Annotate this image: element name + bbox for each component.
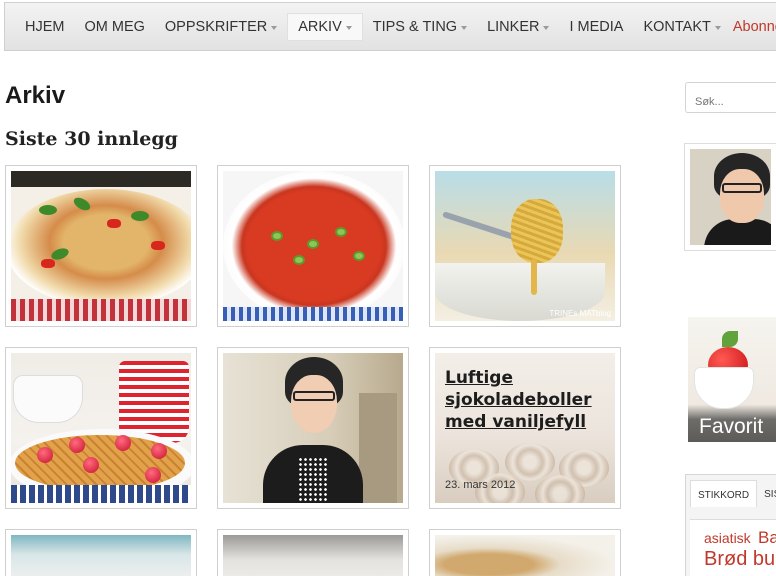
- post-image: [435, 535, 615, 576]
- tomato-soup-image: [223, 171, 403, 321]
- nav-item-oppskrifter[interactable]: OPPSKRIFTER: [155, 14, 287, 40]
- post-thumbnail-pasta-salad[interactable]: [5, 165, 197, 327]
- nav-label: TIPS & TING: [372, 18, 458, 35]
- post-thumbnail-row3-1[interactable]: [5, 529, 197, 576]
- nav-item-tips-ting[interactable]: TIPS & TING: [363, 14, 477, 40]
- profile-widget[interactable]: [684, 143, 776, 251]
- post-thumbnail-row3-3[interactable]: [429, 529, 621, 576]
- tab-sist[interactable]: SIST: [757, 480, 776, 507]
- post-thumbnail-portrait[interactable]: [217, 347, 409, 509]
- nav-item-om-meg[interactable]: OM MEG: [74, 14, 154, 40]
- tag-link[interactable]: Ba: [758, 528, 776, 548]
- post-date: 23. mars 2012: [445, 479, 516, 491]
- favorites-caption: Favorit: [699, 415, 764, 438]
- tag-widget: STIKKORD SIST asiatisk Ba Brød bu: [685, 474, 776, 576]
- chevron-down-icon: [271, 25, 278, 30]
- avatar: [690, 149, 771, 245]
- nav-label: OM MEG: [84, 18, 145, 35]
- nav-label: OPPSKRIFTER: [164, 18, 268, 35]
- woman-portrait-image: [223, 353, 403, 503]
- post-thumbnail-tomato-soup[interactable]: [217, 165, 409, 327]
- tag-link[interactable]: asiatisk: [704, 530, 751, 546]
- nav-label: KONTAKT: [643, 18, 711, 35]
- nav-label: LINKER: [487, 18, 540, 35]
- post-title-link[interactable]: Luftige sjokoladeboller med vaniljefyll: [445, 367, 607, 433]
- tag-link[interactable]: Brød bu: [704, 548, 775, 571]
- nav-item-arkiv[interactable]: ARKIV: [287, 12, 363, 41]
- nav-item-hjem[interactable]: HJEM: [15, 14, 74, 40]
- chevron-down-icon: [714, 25, 721, 30]
- post-card-sjokoladeboller[interactable]: Luftige sjokoladeboller med vaniljefyll …: [429, 347, 621, 509]
- waffles-image: [11, 353, 191, 503]
- chevron-down-icon: [543, 25, 550, 30]
- tab-stikkord[interactable]: STIKKORD: [690, 480, 758, 507]
- section-subtitle: Siste 30 innlegg: [5, 128, 178, 150]
- post-thumbnail-waffles[interactable]: [5, 347, 197, 509]
- chevron-down-icon: [345, 25, 352, 30]
- post-image: [223, 535, 403, 576]
- image-watermark: TRINEs MATblog: [549, 309, 611, 318]
- nav-label: HJEM: [25, 18, 65, 35]
- post-thumbnail-noodles[interactable]: TRINEs MATblog: [429, 165, 621, 327]
- search-input[interactable]: [685, 82, 776, 113]
- page-title: Arkiv: [5, 82, 66, 109]
- nav-item-linker[interactable]: LINKER: [477, 14, 559, 40]
- subscribe-link[interactable]: Abonner p: [731, 19, 776, 35]
- favorites-banner[interactable]: Favorit: [688, 317, 776, 442]
- main-navigation: HJEM OM MEG OPPSKRIFTER ARKIV TIPS & TIN…: [4, 2, 776, 51]
- nav-item-kontakt[interactable]: KONTAKT: [633, 14, 730, 40]
- noodles-on-fork-image: TRINEs MATblog: [435, 171, 615, 321]
- nav-label: I MEDIA: [569, 18, 624, 35]
- post-image: [11, 535, 191, 576]
- chocolate-buns-image: Luftige sjokoladeboller med vaniljefyll …: [435, 353, 615, 503]
- tag-cloud: asiatisk Ba Brød bu: [690, 519, 776, 576]
- post-thumbnail-row3-2[interactable]: [217, 529, 409, 576]
- chevron-down-icon: [461, 25, 468, 30]
- nav-item-i-media[interactable]: I MEDIA: [559, 14, 633, 40]
- pasta-salad-image: [11, 171, 191, 321]
- nav-label: ARKIV: [298, 18, 342, 35]
